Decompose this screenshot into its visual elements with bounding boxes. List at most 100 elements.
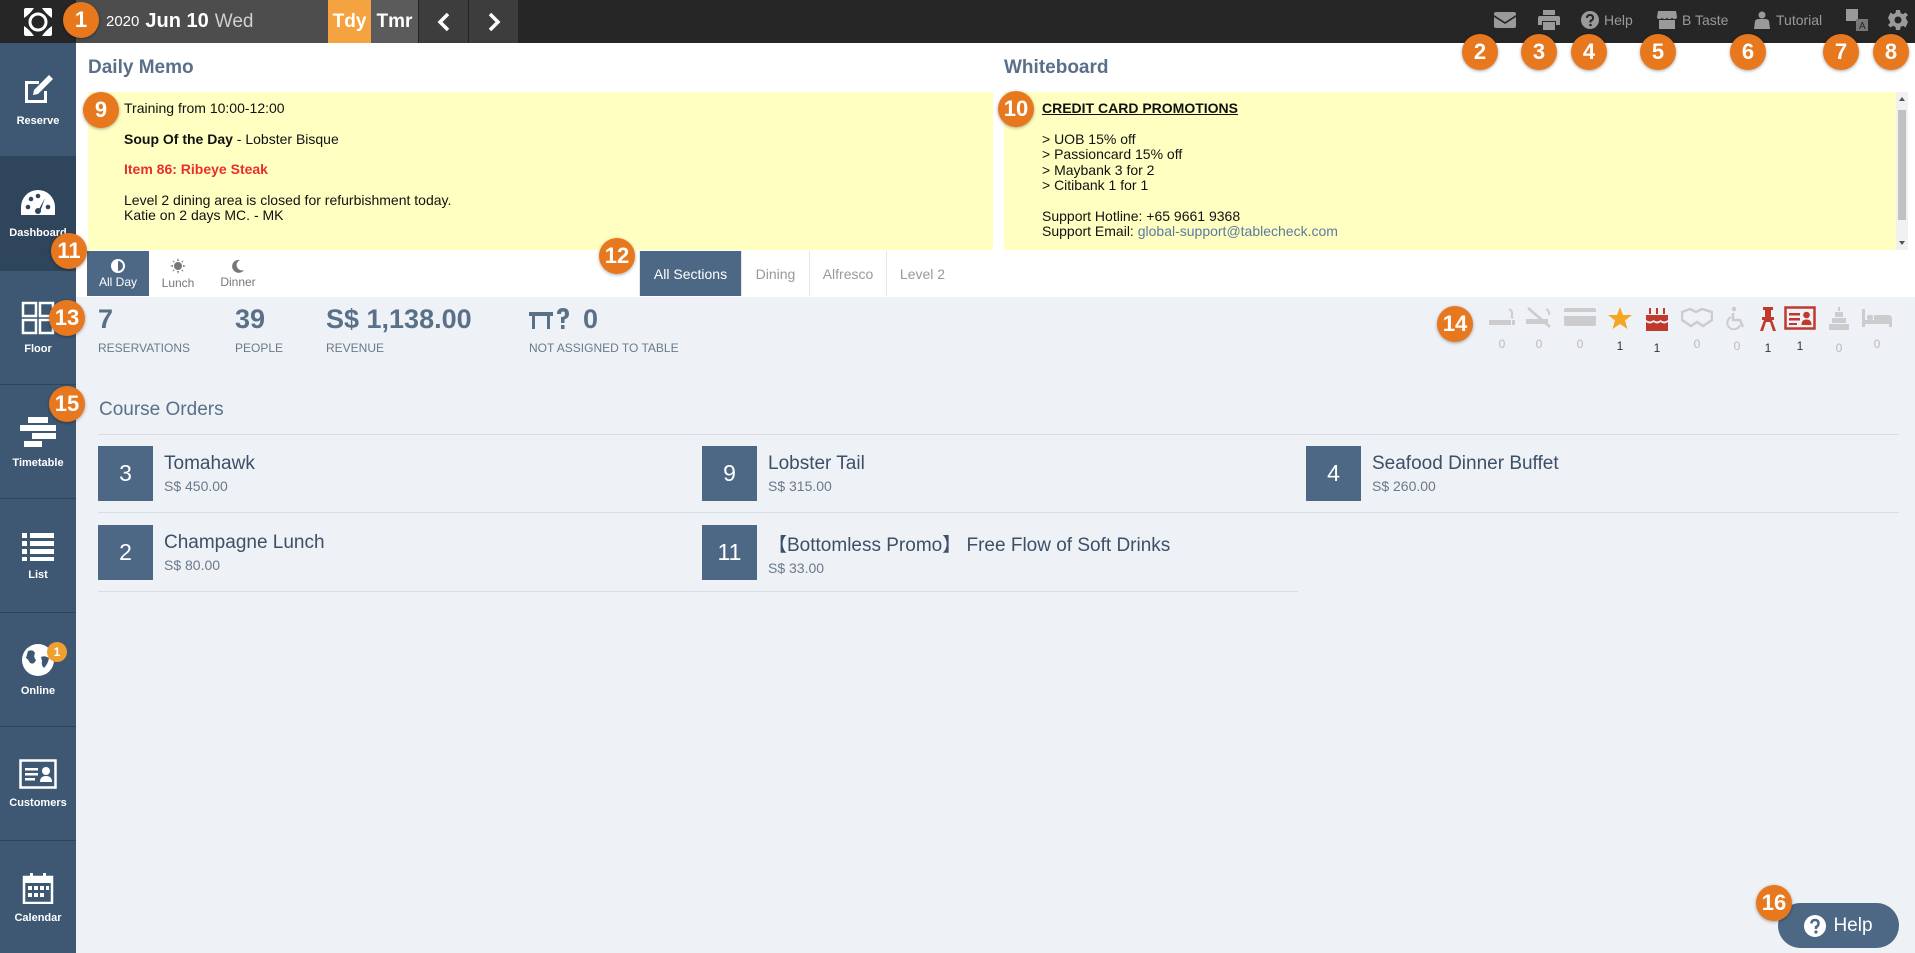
tag-business[interactable]: 0 [1680,306,1714,351]
support-email-link[interactable]: global-support@tablecheck.com [1138,223,1338,239]
tag-wheelchair[interactable]: 0 [1720,306,1754,353]
wheelchair-icon [1726,306,1745,331]
callout-marker: 6 [1730,34,1766,70]
tab-dinner[interactable]: Dinner [210,251,266,296]
divider [98,434,1899,435]
support-email-label: Support Email: [1042,223,1138,239]
course-name: Seafood Dinner Buffet [1372,453,1559,474]
divider [98,512,1899,513]
sidebar-item-calendar[interactable]: Calendar [0,841,76,953]
soup-value: Lobster Bisque [245,130,339,147]
stat-people: 39 PEOPLE [235,302,284,356]
soup-label: Soup Of the Day [124,130,233,147]
course-price: S$ 33.00 [768,559,825,576]
revenue-label: REVENUE [326,341,385,355]
whiteboard-scrollbar[interactable] [1896,92,1908,250]
high-chair-icon [1760,307,1776,331]
people-label: PEOPLE [235,341,284,355]
sidebar-item-list[interactable]: List [0,499,76,613]
no-smoking-icon [1526,307,1551,328]
chevron-right-icon [488,12,500,31]
tab-label: Dinner [220,274,256,289]
online-count-badge: 1 [47,642,67,662]
scrollbar-thumb[interactable] [1898,110,1906,220]
sidebar-item-reserve[interactable]: Reserve [0,43,76,157]
tab-alfresco[interactable]: Alfresco [809,251,886,296]
tag-count: 1 [1764,341,1772,355]
tag-high-chair[interactable]: 1 [1751,306,1785,355]
callout-marker: 4 [1571,34,1607,70]
course-order-item[interactable]: 9 Lobster Tail S$ 315.00 [702,446,865,501]
callout-marker: 12 [599,238,635,274]
help-icon [1581,11,1599,29]
credit-card-icon [1564,308,1596,326]
tab-dining[interactable]: Dining [741,251,809,296]
stat-unassigned[interactable]: 0 NOT ASSIGNED TO TABLE [529,302,679,355]
callout-marker: 9 [83,92,119,128]
previous-day-button[interactable] [418,0,468,43]
store-icon [1657,11,1677,29]
tab-all-day[interactable]: All Day [87,251,149,296]
course-order-item[interactable]: 2 Champagne Lunch S$ 80.00 [98,525,325,580]
language-button[interactable]: A [1846,0,1868,40]
next-day-button[interactable] [468,0,518,43]
today-button[interactable]: Tdy [328,0,371,43]
whiteboard-note[interactable]: CREDIT CARD PROMOTIONS > UOB 15% off > P… [1004,92,1896,250]
memo-line: Training from 10:00-12:00 [124,100,285,116]
tag-vip[interactable]: 1 [1603,306,1637,353]
sun-icon [170,257,186,274]
whiteboard-heading: CREDIT CARD PROMOTIONS [1042,100,1238,116]
course-order-item[interactable]: 11 【Bottomless Promo】 Free Flow of Soft … [702,525,1170,580]
cake-tier-icon [1829,307,1849,330]
daily-memo-note[interactable]: Training from 10:00-12:00 Soup Of the Da… [88,92,993,250]
tab-level-2[interactable]: Level 2 [886,251,958,296]
tag-member[interactable]: 1 [1783,306,1817,353]
course-order-item[interactable]: 4 Seafood Dinner Buffet S$ 260.00 [1306,446,1559,501]
dashboard-icon [21,189,55,215]
tutorial-link-label: Tutorial [1776,12,1823,28]
divider [98,591,1298,592]
birthday-cake-icon [1646,308,1668,331]
tag-celebration[interactable]: 0 [1822,306,1856,355]
tag-credit-card[interactable]: 0 [1563,306,1597,351]
sidebar-item-customers[interactable]: Customers [0,727,76,841]
mail-button[interactable] [1494,0,1516,40]
tomorrow-button[interactable]: Tmr [371,0,418,43]
course-count: 2 [98,525,153,580]
course-order-item[interactable]: 3 Tomahawk S$ 450.00 [98,446,255,501]
restaurant-selector[interactable]: B Taste [1657,0,1728,40]
memo-line: Level 2 dining area is closed for refurb… [124,191,452,208]
date-display[interactable]: 2020 Jun 10 Wed [76,0,328,43]
tag-smoking[interactable]: 0 [1485,306,1519,351]
help-button[interactable]: Help [1778,903,1899,948]
course-count: 4 [1306,446,1361,501]
people-count: 39 [235,303,266,334]
tag-no-smoking[interactable]: 0 [1522,306,1556,351]
promo-line: > Citibank 1 for 1 [1042,177,1149,193]
tag-birthday[interactable]: 1 [1640,306,1674,355]
callout-marker: 14 [1437,306,1473,342]
memo-line: Katie on 2 days MC. - MK [124,207,284,223]
edit-icon [25,74,53,103]
whiteboard-title: Whiteboard [1004,57,1109,78]
top-bar: 2020 Jun 10 Wed Tdy Tmr Help B Taste Tut… [0,0,1915,43]
daily-memo-title: Daily Memo [88,57,194,78]
gear-icon [1888,10,1908,30]
tab-all-sections[interactable]: All Sections [639,251,741,296]
callout-marker: 7 [1823,34,1859,70]
chevron-left-icon [437,12,449,31]
help-link-label: Help [1604,12,1633,28]
sidebar-item-label: Customers [9,796,67,809]
date-year: 2020 [106,13,140,30]
tutorial-link[interactable]: Tutorial [1753,0,1822,40]
list-icon [22,532,54,561]
tag-stay[interactable]: 0 [1860,306,1894,351]
scroll-up-icon [1899,97,1905,101]
tab-lunch[interactable]: Lunch [152,251,204,296]
sidebar-item-online[interactable]: Online 1 [0,613,76,727]
unassigned-count: 0 [583,303,599,334]
sidebar-item-label: Floor [24,342,52,355]
stat-reservations: 7 RESERVATIONS [98,302,190,356]
callout-marker: 11 [51,233,87,269]
revenue-amount: S$ 1,138.00 [326,303,472,334]
